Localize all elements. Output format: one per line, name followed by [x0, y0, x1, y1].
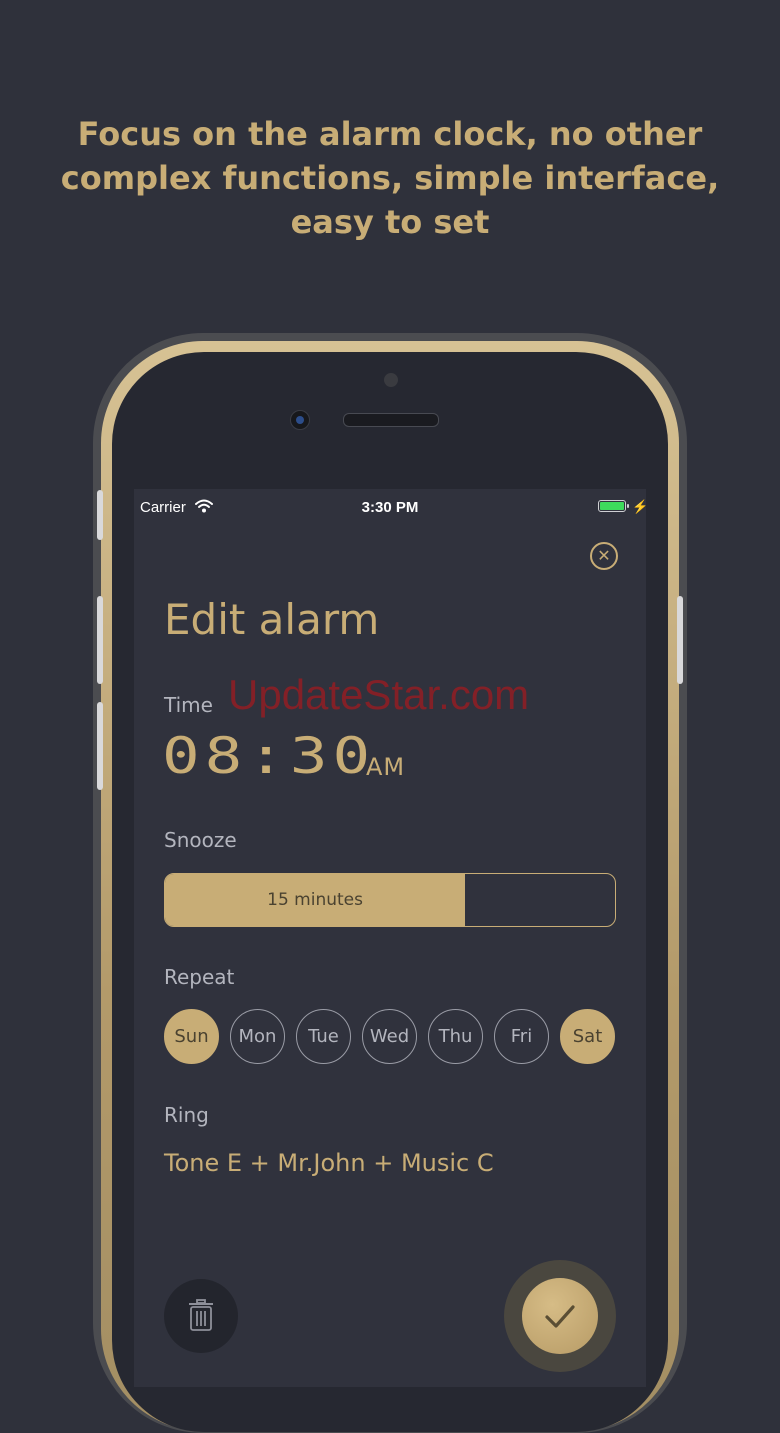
snooze-fill: 15 minutes	[165, 874, 466, 926]
day-toggle-thu[interactable]: Thu	[428, 1009, 483, 1064]
delete-button[interactable]	[164, 1279, 238, 1353]
snooze-value: 15 minutes	[267, 890, 363, 910]
ring-label: Ring	[164, 1103, 209, 1127]
watermark: UpdateStar.com	[228, 671, 530, 718]
headline-line-2: complex functions, simple interface,	[60, 159, 720, 197]
earpiece-speaker	[343, 413, 439, 427]
trash-icon	[189, 1299, 213, 1331]
time-picker[interactable]: 08:30 AM	[162, 727, 404, 785]
day-toggle-fri[interactable]: Fri	[494, 1009, 549, 1064]
status-time: 3:30 PM	[361, 499, 419, 516]
charging-icon: ⚡	[632, 499, 646, 514]
time-label: Time	[164, 693, 213, 717]
close-icon[interactable]: ✕	[590, 542, 618, 570]
day-toggle-tue[interactable]: Tue	[296, 1009, 351, 1064]
headline-line-3: easy to set	[290, 203, 490, 241]
phone-side-button	[97, 490, 103, 540]
page-title: Edit alarm	[164, 595, 380, 644]
phone-screen: Carrier 3:30 PM ⚡ ✕ Edit alarm Time Upda…	[134, 489, 646, 1387]
phone-power-button	[677, 596, 683, 684]
headline-line-1: Focus on the alarm clock, no other	[77, 115, 703, 153]
ring-value[interactable]: Tone E + Mr.John + Music C	[164, 1149, 494, 1177]
front-camera	[290, 410, 310, 430]
time-value: 08:30	[162, 727, 376, 785]
confirm-button[interactable]	[522, 1278, 598, 1354]
check-icon	[545, 1305, 575, 1328]
status-bar: Carrier 3:30 PM ⚡	[134, 489, 646, 525]
proximity-sensor	[384, 373, 398, 387]
day-toggle-wed[interactable]: Wed	[362, 1009, 417, 1064]
snooze-label: Snooze	[164, 828, 237, 852]
day-toggle-mon[interactable]: Mon	[230, 1009, 285, 1064]
promo-headline: Focus on the alarm clock, no other compl…	[0, 112, 780, 244]
battery-icon	[598, 500, 629, 512]
snooze-slider[interactable]: 15 minutes	[164, 873, 616, 927]
day-toggle-sat[interactable]: Sat	[560, 1009, 615, 1064]
ampm-value: AM	[366, 753, 406, 781]
phone-volume-down	[97, 702, 103, 790]
repeat-label: Repeat	[164, 965, 235, 989]
repeat-day-selector: Sun Mon Tue Wed Thu Fri Sat	[164, 1009, 615, 1064]
day-toggle-sun[interactable]: Sun	[164, 1009, 219, 1064]
phone-volume-up	[97, 596, 103, 684]
